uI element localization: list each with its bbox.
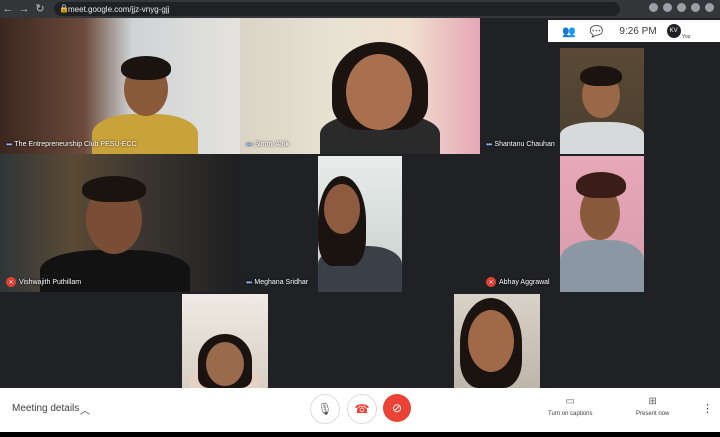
camera-off-icon: ⊘: [391, 401, 403, 415]
reload-icon[interactable]: ↻: [32, 0, 48, 18]
participant-name: ••• Simmi Alok: [246, 140, 290, 149]
participant-hair: [576, 172, 626, 198]
participant-name: ••• Meghana Sridhar: [246, 278, 309, 287]
captions-icon: ▭: [565, 396, 575, 407]
bottom-border: [0, 432, 720, 437]
more-options-icon[interactable]: •••: [246, 140, 252, 149]
participant-hair: [580, 66, 622, 86]
extension-icon[interactable]: [677, 3, 686, 12]
present-now-button[interactable]: ⊞ Present now: [636, 396, 669, 417]
participant-tile[interactable]: ✕ Abhay Aggrawal: [480, 154, 720, 292]
meeting-info-panel: 👥 💬 9:26 PM KV You: [548, 20, 720, 42]
participant-body: [560, 122, 644, 154]
browser-toolbar: ← → ↻ 🔒 meet.google.com/jjz-vnyg-gjj: [0, 0, 720, 18]
extension-icons: [649, 3, 714, 12]
participant-name: ••• The Entrepreneurship Club PESU-ECC: [6, 140, 137, 149]
leave-call-button[interactable]: ☎: [347, 394, 377, 424]
chat-icon[interactable]: 💬: [590, 25, 604, 38]
participant-body: [560, 240, 644, 292]
participant-head: [324, 184, 360, 234]
captions-button[interactable]: ▭ Turn on captions: [548, 396, 592, 417]
more-options-icon[interactable]: •••: [6, 140, 12, 149]
participant-video: [454, 294, 540, 388]
lock-icon: 🔒: [59, 4, 69, 13]
participant-head: [206, 342, 244, 386]
participant-hair: [121, 56, 171, 80]
forward-icon[interactable]: →: [16, 0, 32, 18]
mic-off-icon: ✕: [486, 277, 496, 287]
participant-head: [346, 54, 412, 130]
participant-tile[interactable]: ••• Meghana Sridhar: [240, 154, 480, 292]
participant-video: [560, 48, 644, 154]
participant-tile[interactable]: ••• The Entrepreneurship Club PESU-ECC: [0, 18, 240, 154]
extension-icon[interactable]: [649, 3, 658, 12]
present-icon: ⊞: [648, 396, 657, 407]
camera-button[interactable]: ⊘: [383, 394, 411, 422]
profile-icon[interactable]: [705, 3, 714, 12]
extension-icon[interactable]: [663, 3, 672, 12]
more-options-icon[interactable]: •••: [246, 278, 252, 287]
people-icon[interactable]: 👥: [562, 25, 576, 38]
video-grid: ••• The Entrepreneurship Club PESU-ECC ••…: [0, 18, 720, 388]
participant-video: [560, 156, 644, 292]
participant-tile[interactable]: ••• Simmi Alok: [240, 18, 480, 154]
participant-head: [468, 310, 514, 372]
more-options-icon[interactable]: ⋮: [702, 402, 713, 415]
chevron-up-icon[interactable]: ︿: [80, 402, 90, 417]
extension-icon[interactable]: [691, 3, 700, 12]
more-options-icon[interactable]: •••: [486, 140, 492, 149]
microphone-button[interactable]: 🎙: [310, 394, 340, 424]
mic-off-icon: ✕: [6, 277, 16, 287]
participant-video: [182, 294, 268, 388]
current-time: 9:26 PM: [619, 25, 657, 37]
participant-tile[interactable]: [450, 292, 630, 388]
meeting-details-button[interactable]: Meeting details: [12, 403, 79, 414]
address-bar[interactable]: 🔒 meet.google.com/jjz-vnyg-gjj: [54, 2, 620, 16]
participant-tile[interactable]: [90, 292, 270, 388]
url-text: meet.google.com/jjz-vnyg-gjj: [68, 4, 170, 14]
call-controls-bar: Meeting details ︿ 🎙 ☎ ⊘ ▭ Turn on captio…: [0, 388, 720, 432]
participant-name: ✕ Abhay Aggrawal: [486, 277, 550, 287]
participant-hair: [82, 176, 146, 202]
participant-video: [318, 156, 402, 292]
participant-name: ✕ Vishwajith Puthillam: [6, 277, 81, 287]
participant-name: ••• Shantanu Chauhan: [486, 140, 555, 149]
you-label: You: [682, 34, 691, 40]
avatar[interactable]: KV: [666, 24, 681, 38]
back-icon[interactable]: ←: [0, 0, 16, 18]
participant-tile[interactable]: ✕ Vishwajith Puthillam: [0, 154, 240, 292]
hang-up-icon: ☎: [354, 402, 370, 416]
mic-icon: 🎙: [317, 402, 333, 416]
